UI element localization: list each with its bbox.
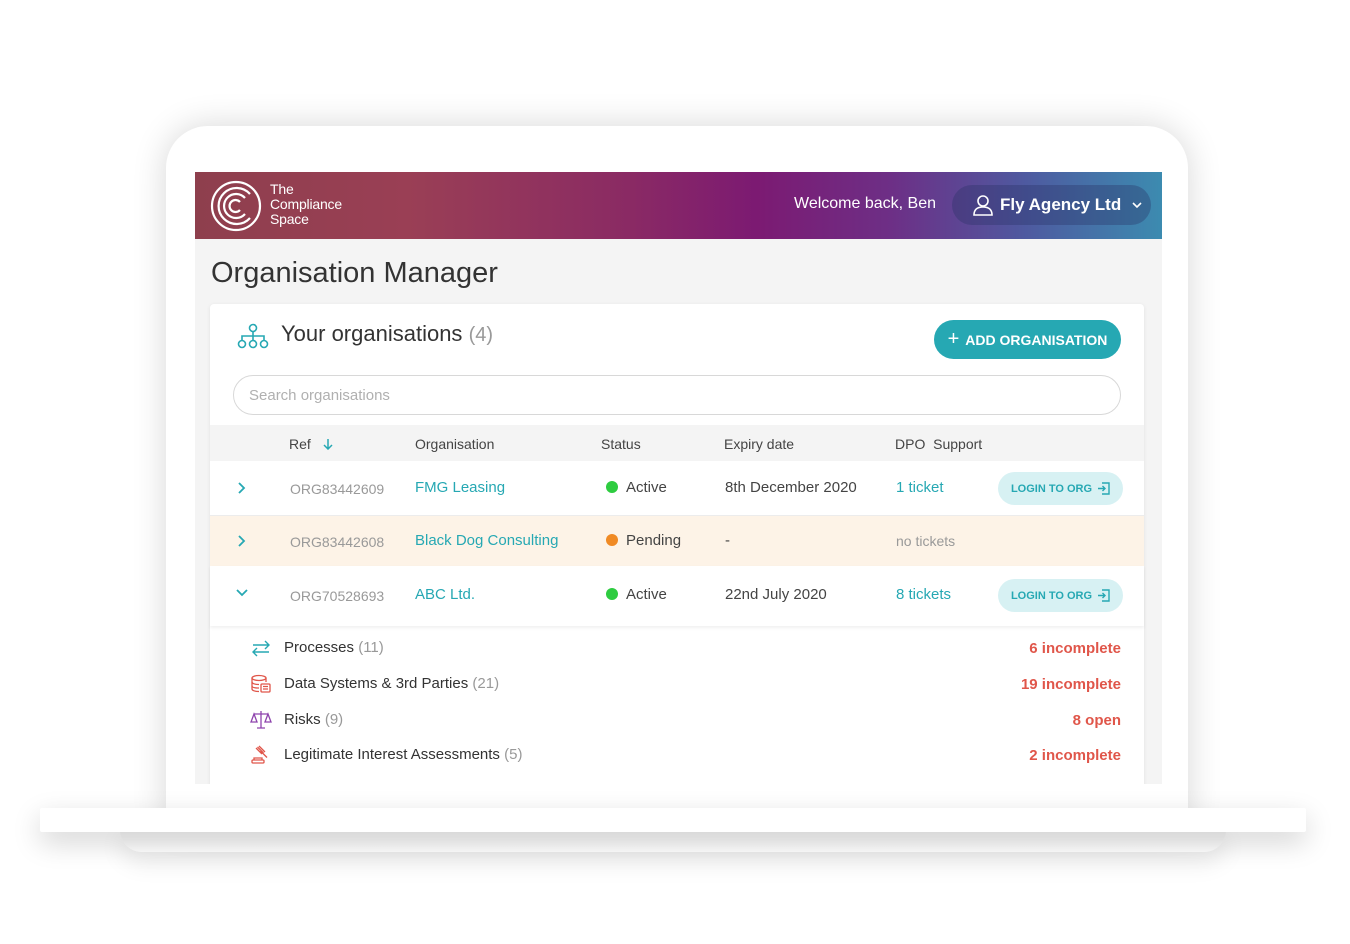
scales-icon: [250, 711, 272, 729]
laptop-foot: [120, 830, 1226, 852]
detail-status[interactable]: 8 open: [1073, 712, 1121, 729]
arrows-icon: [252, 640, 270, 657]
column-header-ref-label: Ref: [289, 436, 311, 452]
status-text: Pending: [626, 532, 682, 549]
column-header-expiry[interactable]: Expiry date: [724, 436, 794, 452]
table-row[interactable]: ORG83442608 Black Dog Consulting Pending…: [210, 516, 1144, 566]
status-text: Active: [626, 586, 667, 603]
table-row[interactable]: ORG70528693 ABC Ltd. Active 22nd July 20…: [210, 566, 1144, 626]
organisations-card: Your organisations (4) + ADD ORGANISATIO…: [210, 304, 1144, 784]
login-icon: [1098, 482, 1110, 495]
page-title: Organisation Manager: [211, 257, 498, 289]
org-ref: ORG83442609: [290, 481, 385, 497]
expiry-date: 22nd July 2020: [725, 586, 827, 603]
expiry-date: -: [725, 532, 730, 549]
organisation-count: (4): [468, 324, 494, 346]
account-name: Fly Agency Ltd: [1000, 195, 1122, 214]
card-title: Your organisations (4): [281, 321, 493, 347]
login-label: LOGIN TO ORG: [1010, 482, 1093, 495]
detail-status[interactable]: 6 incomplete: [1029, 640, 1121, 657]
expiry-date: 8th December 2020: [725, 479, 857, 496]
arrow-down-icon: [323, 439, 333, 450]
login-to-org-button[interactable]: LOGIN TO ORG: [998, 472, 1123, 505]
detail-row-risks[interactable]: Risks (9) 8 open: [210, 702, 1144, 738]
status: Pending: [606, 532, 681, 549]
column-header-organisation[interactable]: Organisation: [415, 436, 494, 452]
login-to-org-button[interactable]: LOGIN TO ORG: [998, 579, 1123, 612]
detail-label: Processes (11): [284, 639, 384, 656]
status-dot: [606, 588, 618, 600]
org-ref: ORG83442608: [290, 534, 385, 550]
status-dot: [606, 534, 618, 546]
status: Active: [606, 479, 667, 496]
detail-count: (11): [358, 639, 384, 656]
chevron-down-icon[interactable]: [235, 586, 249, 600]
database-icon: [251, 674, 271, 693]
chevron-right-icon[interactable]: [235, 534, 249, 548]
detail-label: Legitimate Interest Assessments (5): [284, 746, 522, 763]
detail-label-text: Data Systems & 3rd Parties: [284, 675, 469, 692]
status-text: Active: [626, 479, 667, 496]
chevron-down-icon: [1132, 202, 1142, 209]
status: Active: [606, 586, 667, 603]
brand-line-3: Space: [270, 211, 309, 227]
column-header-status[interactable]: Status: [601, 436, 641, 452]
search-input[interactable]: [233, 375, 1121, 415]
org-ref: ORG70528693: [290, 588, 385, 604]
status-dot: [606, 481, 618, 493]
chevron-right-icon[interactable]: [235, 481, 249, 495]
tickets-text: no tickets: [896, 533, 956, 549]
detail-label-text: Legitimate Interest Assessments: [284, 746, 500, 763]
detail-label: Risks (9): [284, 711, 343, 728]
brand-line-2: Compliance: [270, 196, 342, 212]
detail-row-processes[interactable]: Processes (11) 6 incomplete: [210, 630, 1144, 666]
gavel-icon: [251, 745, 268, 764]
detail-status[interactable]: 2 incomplete: [1029, 747, 1121, 764]
detail-row-legitimate-interest[interactable]: Legitimate Interest Assessments (5) 2 in…: [210, 737, 1144, 773]
top-bar: The Compliance Space Welcome back, Ben F…: [195, 172, 1162, 239]
app-screen: The Compliance Space Welcome back, Ben F…: [195, 172, 1162, 784]
login-icon: [1098, 589, 1110, 602]
detail-label: Data Systems & 3rd Parties (21): [284, 675, 499, 692]
org-name-link[interactable]: FMG Leasing: [415, 479, 505, 496]
detail-row-data-systems[interactable]: Data Systems & 3rd Parties (21) 19 incom…: [210, 666, 1144, 702]
table-header: Ref Organisation Status Expiry date DPO …: [210, 425, 1144, 461]
add-organisation-label: ADD ORGANISATION: [965, 331, 1108, 348]
account-switcher[interactable]: Fly Agency Ltd: [952, 185, 1151, 225]
detail-status[interactable]: 19 incomplete: [1021, 676, 1121, 693]
laptop-base: [40, 808, 1306, 832]
plus-icon: +: [947, 328, 960, 350]
welcome-message: Welcome back, Ben: [794, 195, 936, 212]
brand-name[interactable]: The Compliance Space: [270, 182, 342, 227]
login-label: LOGIN TO ORG: [1010, 589, 1093, 602]
column-header-dpo-support[interactable]: DPO Support: [895, 436, 982, 452]
tickets-link[interactable]: 8 tickets: [896, 586, 951, 603]
detail-label-text: Processes: [284, 639, 355, 656]
org-name-link[interactable]: Black Dog Consulting: [415, 532, 558, 549]
table-row[interactable]: ORG83442609 FMG Leasing Active 8th Decem…: [210, 461, 1144, 516]
add-organisation-button[interactable]: + ADD ORGANISATION: [934, 320, 1121, 359]
column-header-ref[interactable]: Ref: [289, 436, 333, 452]
card-title-text: Your organisations: [281, 321, 463, 346]
org-name-link[interactable]: ABC Ltd.: [415, 586, 475, 603]
detail-count: (9): [324, 711, 344, 728]
detail-label-text: Risks: [284, 711, 321, 728]
detail-count: (21): [472, 675, 500, 692]
tickets-link[interactable]: 1 ticket: [896, 479, 944, 496]
org-chart-icon: [237, 323, 269, 349]
user-icon: [973, 195, 993, 216]
compliance-space-logo-icon: [210, 180, 262, 232]
detail-count: (5): [504, 746, 523, 763]
brand-line-1: The: [270, 181, 294, 197]
